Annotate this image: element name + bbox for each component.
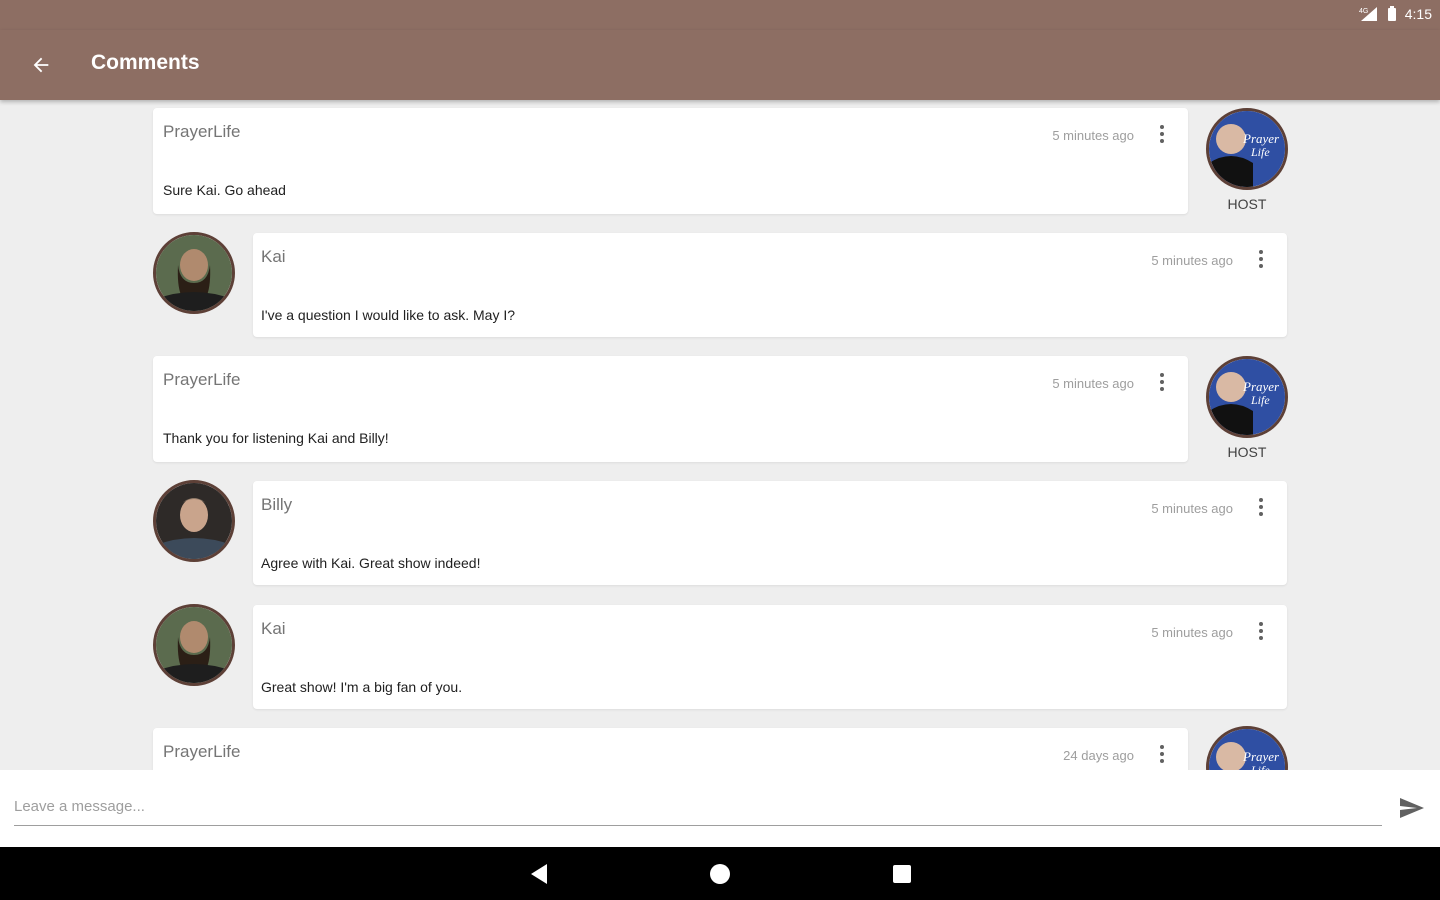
svg-text:Life: Life xyxy=(1250,393,1270,407)
message-input[interactable] xyxy=(14,788,1382,826)
nav-home-button[interactable] xyxy=(707,861,733,887)
comment-text: I've a question I would like to ask. May… xyxy=(261,307,516,323)
more-options-button[interactable] xyxy=(1154,122,1170,146)
svg-text:Life: Life xyxy=(1250,145,1270,159)
more-options-button[interactable] xyxy=(1253,619,1269,643)
nav-back-button[interactable] xyxy=(526,861,552,887)
comment-item: PrayerLife 5 minutes ago Thank you for l… xyxy=(0,348,1440,504)
comment-text: Sure Kai. Go ahead xyxy=(163,182,286,198)
host-badge: HOST xyxy=(1227,444,1267,460)
comment-text: Thank you for listening Kai and Billy! xyxy=(163,430,389,446)
back-button[interactable] xyxy=(18,42,64,88)
nav-home-icon xyxy=(710,864,730,884)
signal-icon: 4G xyxy=(1359,7,1377,21)
comment-item: PrayerLife 24 days ago Prayer Life xyxy=(0,720,1440,770)
comment-bubble: PrayerLife 5 minutes ago Thank you for l… xyxy=(153,356,1188,462)
message-composer xyxy=(0,770,1440,847)
more-options-button[interactable] xyxy=(1253,247,1269,271)
nav-back-icon xyxy=(531,864,547,884)
comment-author[interactable]: Billy xyxy=(261,495,292,515)
comment-time: 5 minutes ago xyxy=(1151,501,1233,516)
app-bar: Comments xyxy=(0,30,1440,100)
comment-item: PrayerLife 5 minutes ago Sure Kai. Go ah… xyxy=(0,100,1440,256)
comment-item: Billy 5 minutes ago Agree with Kai. Grea… xyxy=(0,472,1440,596)
comment-time: 24 days ago xyxy=(1063,748,1134,763)
host-avatar[interactable]: Prayer Life xyxy=(1206,356,1288,438)
comment-text: Great show! I'm a big fan of you. xyxy=(261,679,463,695)
send-button[interactable] xyxy=(1392,790,1432,826)
comment-author[interactable]: Kai xyxy=(261,619,286,639)
user-avatar[interactable] xyxy=(153,232,235,314)
arrow-left-icon xyxy=(33,57,49,73)
comment-bubble: Billy 5 minutes ago Agree with Kai. Grea… xyxy=(253,481,1287,585)
host-badge: HOST xyxy=(1227,196,1267,212)
comment-item: Kai 5 minutes ago Great show! I'm a big … xyxy=(0,596,1440,720)
battery-icon xyxy=(1387,6,1396,21)
comment-author[interactable]: PrayerLife xyxy=(163,122,240,142)
comment-text: Agree with Kai. Great show indeed! xyxy=(261,555,481,571)
svg-text:Life: Life xyxy=(1250,763,1270,770)
user-avatar[interactable] xyxy=(153,604,235,686)
comment-time: 5 minutes ago xyxy=(1052,376,1134,391)
comment-bubble: Kai 5 minutes ago Great show! I'm a big … xyxy=(253,605,1287,709)
send-icon xyxy=(1400,798,1424,818)
svg-text:Prayer: Prayer xyxy=(1242,379,1280,394)
svg-text:4G: 4G xyxy=(1359,8,1368,15)
system-nav-bar xyxy=(0,847,1440,900)
comment-author[interactable]: Kai xyxy=(261,247,286,267)
comment-time: 5 minutes ago xyxy=(1052,128,1134,143)
comments-list[interactable]: PrayerLife 5 minutes ago Sure Kai. Go ah… xyxy=(0,100,1440,770)
svg-text:Prayer: Prayer xyxy=(1242,131,1280,146)
comment-time: 5 minutes ago xyxy=(1151,625,1233,640)
status-icons: 4G 4:15 xyxy=(1359,6,1432,22)
comment-bubble: Kai 5 minutes ago I've a question I woul… xyxy=(253,233,1287,337)
nav-recents-button[interactable] xyxy=(889,861,915,887)
user-avatar[interactable] xyxy=(153,480,235,562)
svg-text:Prayer: Prayer xyxy=(1242,749,1280,764)
status-time: 4:15 xyxy=(1404,6,1432,22)
nav-recents-icon xyxy=(893,865,911,883)
comment-bubble: PrayerLife 5 minutes ago Sure Kai. Go ah… xyxy=(153,108,1188,214)
more-options-button[interactable] xyxy=(1154,370,1170,394)
page-title: Comments xyxy=(91,51,200,74)
host-avatar[interactable]: Prayer Life xyxy=(1206,108,1288,190)
more-options-button[interactable] xyxy=(1253,495,1269,519)
status-bar: 4G 4:15 xyxy=(0,0,1440,30)
comment-time: 5 minutes ago xyxy=(1151,253,1233,268)
comment-author[interactable]: PrayerLife xyxy=(163,742,240,762)
comment-item: Kai 5 minutes ago I've a question I woul… xyxy=(0,224,1440,348)
comment-author[interactable]: PrayerLife xyxy=(163,370,240,390)
more-options-button[interactable] xyxy=(1154,742,1170,766)
comment-bubble: PrayerLife 24 days ago xyxy=(153,728,1188,770)
host-avatar[interactable]: Prayer Life xyxy=(1206,726,1288,770)
